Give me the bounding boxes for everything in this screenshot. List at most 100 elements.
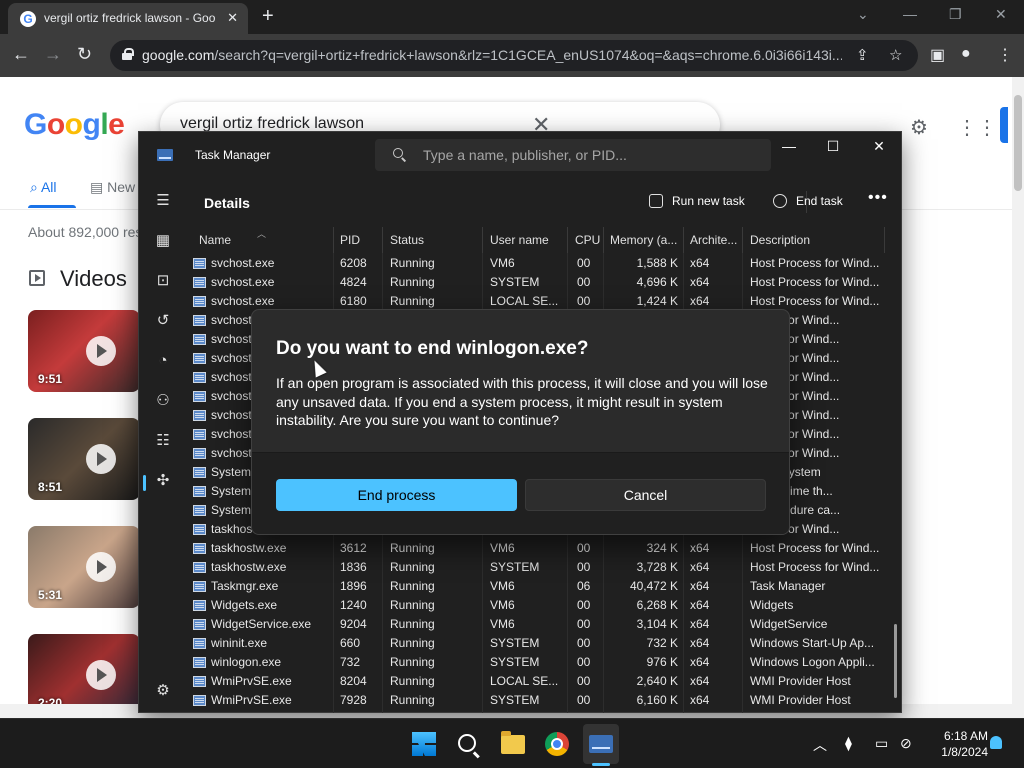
process-row[interactable]: WmiPrvSE.exe 8204 Running LOCAL SE... 00 2,64… bbox=[187, 672, 887, 691]
col-divider[interactable] bbox=[742, 227, 743, 253]
col-header-user[interactable]: User name bbox=[490, 233, 565, 247]
process-row[interactable]: Taskmgr.exe 1896 Running VM6 06 40,472 K x64 Ta… bbox=[187, 577, 887, 596]
file-explorer-icon[interactable] bbox=[501, 731, 525, 754]
reload-icon[interactable]: ↻ bbox=[77, 44, 92, 65]
network-icon[interactable]: ⧫ bbox=[845, 735, 852, 752]
cell-arch: x64 bbox=[690, 256, 710, 270]
col-divider[interactable] bbox=[567, 227, 568, 253]
system-clock[interactable]: 6:18 AM 1/8/2024 bbox=[918, 728, 988, 760]
process-row[interactable]: svchost.exe 6208 Running VM6 00 1,588 K x64 Hos… bbox=[187, 254, 887, 273]
restore-icon[interactable]: ❐ bbox=[949, 6, 962, 23]
tm-search-input[interactable]: Type a name, publisher, or PID... bbox=[375, 139, 771, 171]
close-window-icon[interactable]: ✕ bbox=[995, 6, 1007, 23]
startup-apps-icon[interactable]: ◔ bbox=[153, 351, 173, 371]
tab-search-chevron-icon[interactable]: ⌄ bbox=[857, 6, 869, 23]
process-row[interactable]: WmiPrvSE.exe 7928 Running SYSTEM 00 6,160 K x6… bbox=[187, 691, 887, 710]
show-hidden-icons-chevron-icon[interactable]: ︿ bbox=[813, 735, 827, 755]
page-vertical-scrollbar[interactable] bbox=[1012, 77, 1024, 718]
new-tab-button[interactable]: + bbox=[262, 5, 274, 28]
col-header-pid[interactable]: PID bbox=[340, 233, 380, 247]
process-row[interactable]: winlogon.exe 732 Running SYSTEM 00 976 K x64 Wi… bbox=[187, 653, 887, 672]
cell-pid: 9204 bbox=[340, 617, 367, 631]
col-header-cpu[interactable]: CPU bbox=[575, 233, 605, 247]
url-text[interactable]: google.com/search?q=vergil+ortiz+fredric… bbox=[142, 47, 842, 63]
sign-in-button[interactable] bbox=[1000, 107, 1008, 143]
users-icon[interactable]: ⚇ bbox=[153, 391, 173, 411]
windows-taskbar: ︿ ⧫ ▭ ⊘ 6:18 AM 1/8/2024 bbox=[0, 718, 1024, 768]
end-process-dialog: Do you want to end winlogon.exe? If an o… bbox=[251, 309, 790, 535]
chrome-icon[interactable] bbox=[545, 732, 569, 756]
tm-minimize-icon[interactable]: — bbox=[766, 138, 812, 154]
services-puzzle-icon[interactable]: ✣ bbox=[153, 471, 173, 491]
taskbar-search-icon[interactable] bbox=[458, 734, 476, 752]
col-header-memory[interactable]: Memory (a... bbox=[610, 233, 682, 247]
process-row[interactable]: svchost.exe 4824 Running SYSTEM 00 4,696 K x64… bbox=[187, 273, 887, 292]
tab-news[interactable]: ▤ New bbox=[90, 179, 135, 196]
display-icon[interactable]: ▭ bbox=[875, 735, 888, 752]
cell-cpu: 00 bbox=[577, 636, 591, 650]
google-logo[interactable]: Google bbox=[24, 108, 125, 142]
performance-icon[interactable]: ⊡ bbox=[153, 271, 173, 291]
cell-desc: Windows Logon Appli... bbox=[750, 655, 875, 669]
end-task-label: End task bbox=[796, 194, 843, 208]
process-row[interactable]: WidgetService.exe 9204 Running VM6 00 3,104 K… bbox=[187, 615, 887, 634]
video-thumbnail[interactable]: 9:51 bbox=[28, 310, 140, 392]
process-row[interactable]: taskhostw.exe 3612 Running VM6 00 324 K x64 Hos… bbox=[187, 539, 887, 558]
address-bar[interactable]: google.com/search?q=vergil+ortiz+fredric… bbox=[110, 40, 918, 71]
share-icon[interactable]: ⇪ bbox=[856, 46, 869, 64]
tm-titlebar[interactable]: Task Manager Type a name, publisher, or … bbox=[139, 132, 901, 177]
tab-all[interactable]: ⌕ All bbox=[30, 179, 57, 196]
col-header-status[interactable]: Status bbox=[390, 233, 480, 247]
processes-icon[interactable]: ▦ bbox=[153, 231, 173, 251]
cancel-button[interactable]: Cancel bbox=[525, 479, 766, 511]
bookmark-star-icon[interactable]: ☆ bbox=[889, 46, 902, 64]
run-new-task-button[interactable]: Run new task bbox=[649, 194, 745, 208]
cell-name: taskhostw.exe bbox=[211, 560, 287, 574]
task-manager-taskbar-icon[interactable] bbox=[589, 735, 613, 753]
col-header-name[interactable]: Name bbox=[199, 233, 329, 247]
end-task-button[interactable]: End task bbox=[773, 194, 843, 208]
video-thumbnail[interactable]: 8:51 bbox=[28, 418, 140, 500]
details-list-icon[interactable]: ☷ bbox=[153, 431, 173, 451]
settings-gear-icon[interactable]: ⚙ bbox=[910, 115, 928, 140]
col-header-description[interactable]: Description bbox=[750, 233, 882, 247]
volume-muted-icon[interactable]: ⊘ bbox=[900, 735, 912, 752]
tm-settings-gear-icon[interactable]: ⚙ bbox=[153, 681, 173, 701]
col-divider[interactable] bbox=[884, 227, 885, 253]
side-panel-icon[interactable]: ▣ bbox=[930, 45, 945, 65]
process-row[interactable]: wininit.exe 660 Running SYSTEM 00 732 K x64 Win… bbox=[187, 634, 887, 653]
video-thumbnail[interactable]: 5:31 bbox=[28, 526, 140, 608]
cell-user: VM6 bbox=[490, 617, 515, 631]
col-divider[interactable] bbox=[382, 227, 383, 253]
back-arrow-icon[interactable]: ← bbox=[12, 44, 30, 65]
app-history-icon[interactable]: ↺ bbox=[153, 311, 173, 331]
scrollbar-thumb[interactable] bbox=[1014, 95, 1022, 191]
lock-icon[interactable] bbox=[122, 48, 134, 60]
menu-kebab-icon[interactable]: ⋮ bbox=[997, 45, 1013, 65]
windows-start-icon[interactable] bbox=[412, 732, 436, 756]
end-process-button[interactable]: End process bbox=[276, 479, 517, 511]
hamburger-menu-icon[interactable]: ☰ bbox=[153, 191, 173, 211]
tm-maximize-icon[interactable]: ☐ bbox=[810, 138, 856, 155]
more-options-icon[interactable]: ••• bbox=[868, 189, 888, 207]
tab-close-icon[interactable]: ✕ bbox=[227, 10, 238, 26]
process-row[interactable]: Widgets.exe 1240 Running VM6 00 6,268 K x64 Wid… bbox=[187, 596, 887, 615]
cell-mem: 976 K bbox=[646, 655, 678, 669]
col-divider[interactable] bbox=[333, 227, 334, 253]
col-divider[interactable] bbox=[482, 227, 483, 253]
notification-bell-icon[interactable] bbox=[990, 736, 1002, 749]
tm-close-icon[interactable]: ✕ bbox=[856, 138, 902, 155]
col-header-arch[interactable]: Archite... bbox=[690, 233, 744, 247]
profile-icon[interactable]: ● bbox=[961, 45, 971, 63]
result-stats: About 892,000 res bbox=[28, 224, 143, 240]
cell-cpu: 00 bbox=[577, 560, 591, 574]
minimize-icon[interactable]: — bbox=[903, 6, 917, 22]
apps-grid-icon[interactable]: ⋮⋮ bbox=[957, 115, 997, 140]
forward-arrow-icon[interactable]: → bbox=[44, 44, 62, 65]
browser-tab[interactable]: G vergil ortiz fredrick lawson - Goo ✕ bbox=[8, 3, 248, 34]
process-row[interactable]: taskhostw.exe 1836 Running SYSTEM 00 3,728 K x… bbox=[187, 558, 887, 577]
tm-scrollbar-thumb[interactable] bbox=[894, 624, 897, 698]
col-divider[interactable] bbox=[603, 227, 604, 253]
col-divider[interactable] bbox=[683, 227, 684, 253]
cell-status: Running bbox=[390, 617, 435, 631]
